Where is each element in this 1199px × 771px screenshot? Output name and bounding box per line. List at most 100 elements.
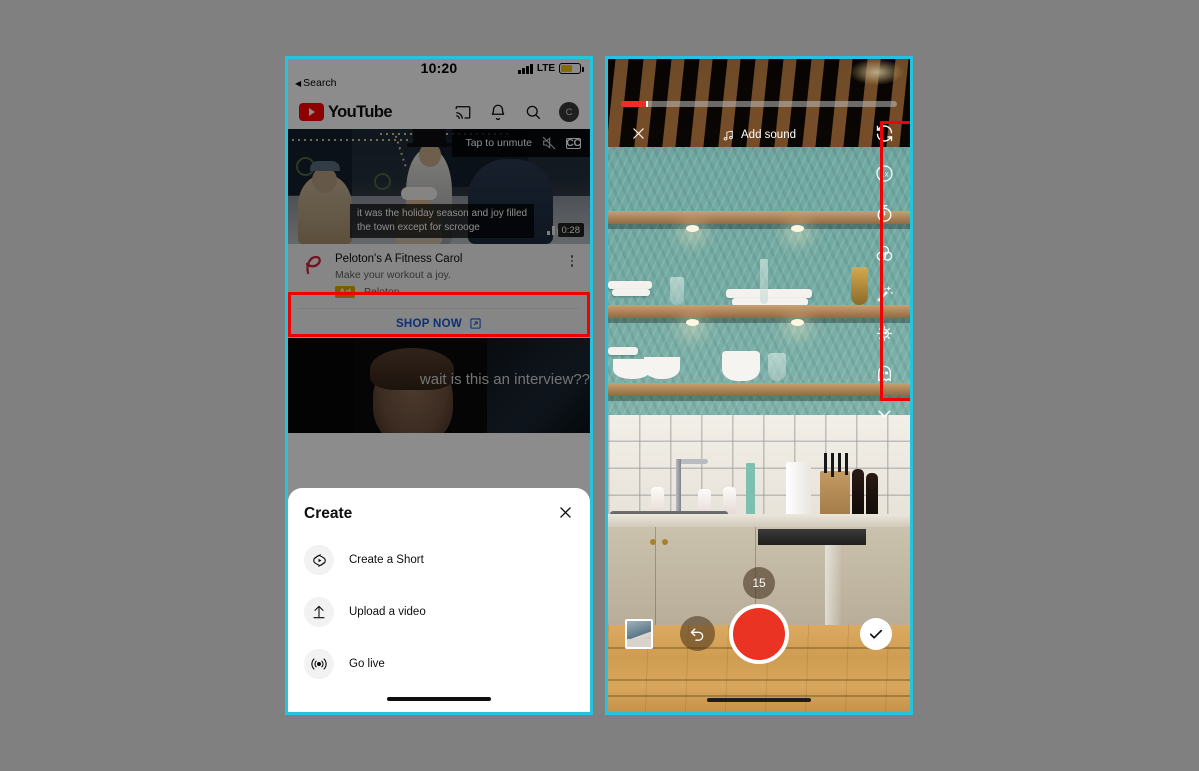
undo-arrow-icon[interactable] bbox=[680, 616, 715, 651]
scene-background bbox=[288, 338, 355, 433]
search-icon[interactable] bbox=[524, 103, 542, 121]
ad-block: Peloton's A Fitness Carol Make your work… bbox=[288, 244, 590, 338]
shorts-camera: Add sound 1x 15 bbox=[608, 59, 910, 712]
sheet-title: Create bbox=[304, 505, 353, 522]
status-bar: 10:20 ◀ Search LTE bbox=[288, 59, 590, 95]
scene-plate bbox=[612, 289, 650, 296]
scene-glass bbox=[768, 353, 786, 381]
kebab-menu-icon[interactable] bbox=[565, 252, 579, 298]
scene-shelf-shadow bbox=[608, 396, 910, 401]
caption-line-2: the town except for scrooge bbox=[357, 222, 480, 233]
record-button[interactable] bbox=[729, 604, 789, 664]
sheet-item-label: Go live bbox=[349, 658, 385, 670]
youtube-header: YouTube C bbox=[288, 95, 590, 129]
youtube-play-icon bbox=[299, 103, 324, 121]
scene-countertop bbox=[608, 514, 910, 528]
battery-icon bbox=[559, 63, 584, 74]
close-icon[interactable] bbox=[557, 504, 574, 524]
right-phone-panel: Add sound 1x 15 bbox=[605, 56, 913, 715]
video-caption: it was the holiday season and joy filled… bbox=[350, 204, 535, 238]
left-phone-panel: 10:20 ◀ Search LTE YouTube C Tap to unmu… bbox=[285, 56, 593, 715]
sheet-item-label: Create a Short bbox=[349, 554, 424, 566]
scene-shelf-shadow bbox=[608, 318, 910, 323]
youtube-logo-text: YouTube bbox=[328, 102, 393, 121]
back-arrow-icon: ◀ bbox=[295, 78, 302, 88]
external-link-icon bbox=[470, 318, 481, 329]
youtube-app: 10:20 ◀ Search LTE YouTube C Tap to unmu… bbox=[288, 59, 590, 712]
filters-icon[interactable] bbox=[872, 241, 896, 265]
youtube-logo[interactable]: YouTube bbox=[299, 102, 393, 122]
progress-fill bbox=[621, 101, 646, 107]
scene-shelf bbox=[608, 383, 910, 396]
video-thumbnail-holiday[interactable]: Tap to unmute CC it was the holiday seas… bbox=[288, 129, 590, 244]
timer-icon[interactable] bbox=[872, 201, 896, 225]
scene-brass-vase bbox=[851, 267, 868, 305]
scene-plate bbox=[608, 281, 652, 289]
ad-badge: Ad bbox=[335, 286, 355, 298]
green-screen-ghost-icon[interactable] bbox=[872, 361, 896, 385]
video-thumbnail-interview[interactable]: wait is this an interview?? bbox=[288, 338, 590, 433]
cc-icon[interactable]: CC bbox=[566, 137, 581, 149]
scene-glass bbox=[760, 259, 768, 304]
ad-subtitle: Make your workout a joy. bbox=[335, 269, 451, 281]
add-sound-button[interactable]: Add sound bbox=[722, 129, 796, 142]
close-icon[interactable] bbox=[630, 125, 647, 145]
checkmark-icon[interactable] bbox=[860, 618, 892, 650]
bell-icon[interactable] bbox=[489, 103, 507, 121]
retouch-icon[interactable] bbox=[872, 321, 896, 345]
scene-wine-bottle bbox=[852, 469, 864, 519]
ad-title: Peloton's A Fitness Carol bbox=[335, 253, 463, 265]
unmute-label: Tap to unmute bbox=[465, 137, 532, 149]
create-bottom-sheet: Create Create a Short Upload a video Go … bbox=[288, 488, 590, 712]
tap-to-unmute-control[interactable]: Tap to unmute CC bbox=[452, 129, 590, 157]
back-label: Search bbox=[303, 77, 337, 89]
chevron-down-icon[interactable] bbox=[872, 401, 896, 425]
effects-wand-icon[interactable] bbox=[872, 281, 896, 305]
scene-hat bbox=[310, 161, 340, 171]
music-note-icon bbox=[723, 130, 733, 140]
status-time: 10:20 bbox=[420, 60, 458, 76]
scene-faucet bbox=[676, 459, 681, 513]
signal-bars-icon bbox=[518, 63, 533, 74]
recording-progress-bar[interactable] bbox=[621, 101, 897, 107]
camera-bottom-bar bbox=[608, 599, 910, 679]
scene-shelf bbox=[608, 305, 910, 318]
scene-bowl bbox=[722, 351, 760, 381]
peloton-logo-icon bbox=[299, 252, 325, 278]
ad-advertiser: Peloton bbox=[364, 286, 400, 298]
scene-shelf bbox=[608, 211, 910, 224]
scene-wine-bottle bbox=[866, 473, 878, 519]
camera-tool-column: 1x bbox=[872, 121, 896, 425]
upload-arrow-icon bbox=[304, 597, 334, 627]
home-indicator bbox=[387, 697, 491, 701]
home-indicator bbox=[707, 698, 811, 702]
shop-now-button[interactable]: SHOP NOW bbox=[299, 308, 579, 338]
flip-camera-icon[interactable] bbox=[872, 121, 896, 145]
duration-badge[interactable]: 15 bbox=[743, 567, 775, 599]
caption-line-1: it was the holiday season and joy filled bbox=[357, 208, 528, 219]
scene-shelf-shadow bbox=[608, 224, 910, 229]
video2-caption: wait is this an interview?? bbox=[419, 371, 590, 388]
camera-top-bar: Add sound bbox=[608, 121, 910, 149]
cast-icon[interactable] bbox=[454, 103, 472, 121]
speed-1x-icon[interactable]: 1x bbox=[872, 161, 896, 185]
back-to-search-link[interactable]: ◀ Search bbox=[295, 77, 336, 89]
screenshot-stage: 10:20 ◀ Search LTE YouTube C Tap to unmu… bbox=[0, 0, 1199, 771]
scene-bowl bbox=[644, 357, 680, 379]
scene-hat-brim bbox=[407, 143, 452, 147]
scene-plate bbox=[726, 289, 812, 298]
svg-text:1x: 1x bbox=[880, 171, 888, 178]
video-duration: 0:28 bbox=[557, 223, 584, 237]
shop-now-label: SHOP NOW bbox=[395, 317, 463, 330]
sheet-item-upload-video[interactable]: Upload a video bbox=[288, 586, 590, 638]
gallery-thumbnail-icon[interactable] bbox=[625, 619, 653, 649]
scene-plate bbox=[608, 347, 638, 355]
scene-glass bbox=[670, 277, 684, 305]
progress-tick bbox=[645, 101, 649, 107]
carrier-label: LTE bbox=[536, 63, 555, 74]
avatar[interactable]: C bbox=[559, 102, 579, 122]
scene-wreath bbox=[374, 173, 391, 190]
sheet-item-create-short[interactable]: Create a Short bbox=[288, 534, 590, 586]
sheet-header: Create bbox=[288, 490, 590, 534]
sheet-item-go-live[interactable]: Go live bbox=[288, 638, 590, 690]
